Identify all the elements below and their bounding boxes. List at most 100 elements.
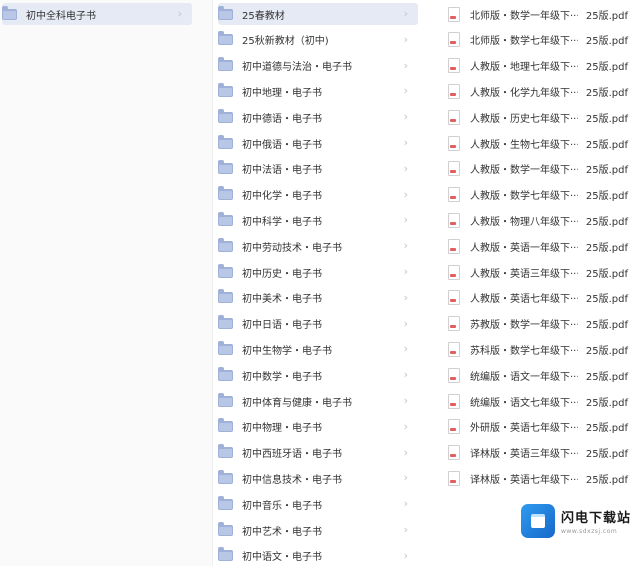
file-extension: 25版.pdf	[585, 449, 628, 461]
chevron-right-icon: ›	[403, 523, 408, 536]
chevron-right-icon: ›	[403, 548, 408, 562]
file-extension: 25版.pdf	[585, 10, 628, 22]
folder-row[interactable]: 初中体育与健康・电子书 ›	[218, 390, 418, 412]
folder-row[interactable]: 25春教材 ›	[218, 3, 418, 25]
file-name: 人教版・物理八年级下···	[470, 216, 578, 228]
file-name: 人教版・英语三年级下···	[470, 268, 578, 280]
folder-row[interactable]: 初中科学・电子书 ›	[218, 209, 418, 231]
file-row[interactable]: 人教版・英语一年级下··· 25版.pdf	[448, 235, 628, 257]
folder-icon	[218, 521, 233, 536]
file-extension: 25版.pdf	[585, 87, 628, 99]
folder-icon	[218, 340, 233, 355]
folder-row[interactable]: 25秋新教材（初中) ›	[218, 29, 418, 51]
folder-row[interactable]: 初中历史・电子书 ›	[218, 261, 418, 283]
folder-label: 初中西班牙语・电子书	[242, 449, 342, 461]
folder-row[interactable]: 初中道德与法治・电子书 ›	[218, 55, 418, 77]
folder-row[interactable]: 初中生物学・电子书 ›	[218, 338, 418, 360]
folder-label: 初中体育与健康・电子书	[242, 397, 352, 409]
pdf-file-icon	[448, 264, 460, 280]
folder-row[interactable]: 初中劳动技术・电子书 ›	[218, 235, 418, 257]
folder-row[interactable]: 初中全科电子书 ›	[2, 3, 192, 25]
folder-row[interactable]: 初中德语・电子书 ›	[218, 106, 418, 128]
watermark-logo-icon	[521, 504, 555, 538]
file-name: 译林版・英语三年级下···	[470, 449, 578, 461]
file-row[interactable]: 统编版・语文七年级下··· 25版.pdf	[448, 390, 628, 412]
file-name: 人教版・数学七年级下···	[470, 191, 578, 203]
folder-row[interactable]: 初中法语・电子书 ›	[218, 158, 418, 180]
file-row[interactable]: 统编版・语文一年级下··· 25版.pdf	[448, 364, 628, 386]
file-extension: 25版.pdf	[585, 345, 628, 357]
folder-icon	[218, 5, 233, 20]
file-row[interactable]: 人教版・物理八年级下··· 25版.pdf	[448, 209, 628, 231]
folder-icon	[2, 5, 17, 20]
file-name: 译林版・英语七年级下···	[470, 474, 578, 486]
file-row[interactable]: 人教版・化学九年级下··· 25版.pdf	[448, 80, 628, 102]
file-extension: 25版.pdf	[585, 474, 628, 486]
file-extension: 25版.pdf	[585, 62, 628, 74]
folder-label: 初中美术・电子书	[242, 294, 322, 306]
pdf-file-icon	[448, 32, 460, 48]
folder-row[interactable]: 初中西班牙语・电子书 ›	[218, 442, 418, 464]
file-row[interactable]: 人教版・英语三年级下··· 25版.pdf	[448, 261, 628, 283]
file-row[interactable]: 人教版・历史七年级下··· 25版.pdf	[448, 106, 628, 128]
file-extension: 25版.pdf	[585, 242, 628, 254]
pdf-file-icon	[448, 109, 460, 125]
folder-row[interactable]: 初中地理・电子书 ›	[218, 80, 418, 102]
folder-label: 初中化学・电子书	[242, 191, 322, 203]
folder-icon	[218, 237, 233, 252]
folder-icon	[218, 315, 233, 330]
column-level-3: 北师版・数学一年级下··· 25版.pdf 北师版・数学七年级下··· 25版.pdf…	[440, 0, 630, 566]
folder-icon	[218, 547, 233, 562]
file-extension: 25版.pdf	[585, 139, 628, 151]
folder-icon	[218, 134, 233, 149]
folder-label: 初中道德与法治・电子书	[242, 62, 352, 74]
pdf-file-icon	[448, 367, 460, 383]
file-row[interactable]: 北师版・数学七年级下··· 25版.pdf	[448, 29, 628, 51]
file-extension: 25版.pdf	[585, 371, 628, 383]
folder-row[interactable]: 初中美术・电子书 ›	[218, 287, 418, 309]
pdf-file-icon	[448, 393, 460, 409]
folder-icon	[218, 186, 233, 201]
column-level-2: 25春教材 › 25秋新教材（初中) › 初中道德与法治・电子书 › 初中地理・电子书 › 初中…	[214, 0, 420, 566]
folder-row[interactable]: 初中化学・电子书 ›	[218, 184, 418, 206]
file-row[interactable]: 北师版・数学一年级下··· 25版.pdf	[448, 3, 628, 25]
folder-icon	[218, 31, 233, 46]
chevron-right-icon: ›	[403, 394, 408, 407]
file-row[interactable]: 译林版・英语三年级下··· 25版.pdf	[448, 442, 628, 464]
file-row[interactable]: 人教版・数学一年级下··· 25版.pdf	[448, 158, 628, 180]
file-row[interactable]: 译林版・英语七年级下··· 25版.pdf	[448, 467, 628, 489]
folder-row[interactable]: 初中物理・电子书 ›	[218, 416, 418, 438]
file-row[interactable]: 外研版・英语七年级下··· 25版.pdf	[448, 416, 628, 438]
folder-icon	[218, 418, 233, 433]
file-row[interactable]: 人教版・数学七年级下··· 25版.pdf	[448, 184, 628, 206]
folder-row[interactable]: 初中语文・电子书 ›	[218, 545, 418, 566]
folder-label: 初中音乐・电子书	[242, 500, 322, 512]
folder-label: 初中信息技术・电子书	[242, 474, 342, 486]
file-row[interactable]: 人教版・英语七年级下··· 25版.pdf	[448, 287, 628, 309]
chevron-right-icon: ›	[177, 7, 182, 20]
file-row[interactable]: 苏教版・数学一年级下··· 25版.pdf	[448, 313, 628, 335]
chevron-right-icon: ›	[403, 161, 408, 175]
site-watermark: 闪电下载站 www.sdxzsj.com	[521, 503, 633, 539]
pdf-file-icon	[448, 6, 460, 22]
chevron-right-icon: ›	[403, 419, 408, 433]
file-row[interactable]: 人教版・地理七年级下··· 25版.pdf	[448, 55, 628, 77]
folder-label: 初中科学・电子书	[242, 216, 322, 228]
file-name: 人教版・生物七年级下···	[470, 139, 578, 151]
folder-row[interactable]: 初中日语・电子书 ›	[218, 313, 418, 335]
chevron-right-icon: ›	[403, 32, 408, 46]
folder-row[interactable]: 初中音乐・电子书 ›	[218, 493, 418, 515]
folder-row[interactable]: 初中信息技术・电子书 ›	[218, 467, 418, 489]
file-name: 统编版・语文七年级下···	[470, 397, 578, 409]
folder-label: 初中法语・电子书	[242, 165, 322, 177]
folder-label: 初中日语・电子书	[242, 320, 322, 332]
file-extension: 25版.pdf	[585, 320, 628, 332]
folder-row[interactable]: 初中艺术・电子书 ›	[218, 519, 418, 541]
folder-row[interactable]: 初中俄语・电子书 ›	[218, 132, 418, 154]
file-name: 人教版・英语七年级下···	[470, 294, 578, 306]
folder-row[interactable]: 初中数学・电子书 ›	[218, 364, 418, 386]
file-row[interactable]: 人教版・生物七年级下··· 25版.pdf	[448, 132, 628, 154]
file-name: 外研版・英语七年级下···	[470, 423, 578, 435]
pdf-file-icon	[448, 445, 460, 461]
file-row[interactable]: 苏科版・数学七年级下··· 25版.pdf	[448, 338, 628, 360]
